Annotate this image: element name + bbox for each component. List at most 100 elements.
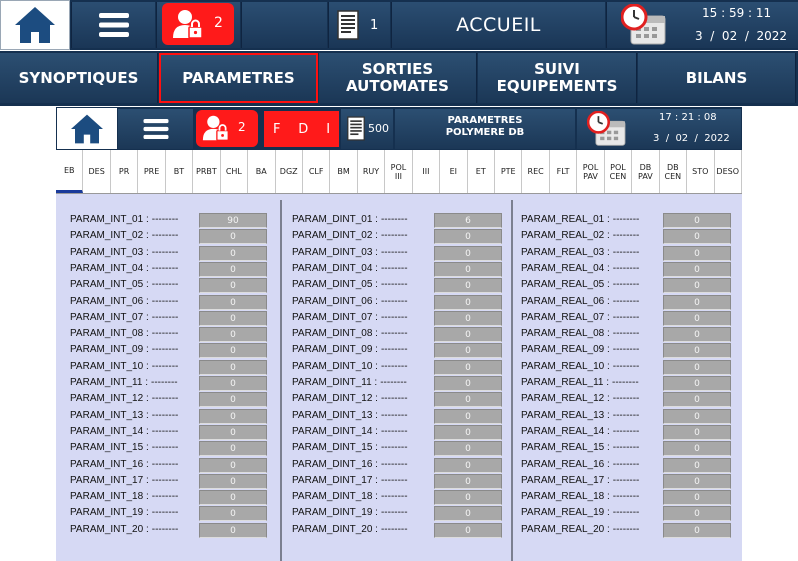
param-value-field[interactable]: 0 xyxy=(199,523,267,538)
param-value-field[interactable]: 0 xyxy=(434,441,502,456)
param-value-field[interactable]: 0 xyxy=(434,392,502,407)
tab-ei[interactable]: EI xyxy=(440,150,468,193)
param-value-field[interactable]: 0 xyxy=(663,360,731,375)
param-value-field[interactable]: 0 xyxy=(199,441,267,456)
param-value-field[interactable]: 0 xyxy=(199,295,267,310)
param-value-field[interactable]: 0 xyxy=(199,458,267,473)
param-value-field[interactable]: 0 xyxy=(199,278,267,293)
tab-deso[interactable]: DESO xyxy=(715,150,742,193)
param-value-field[interactable]: 0 xyxy=(434,425,502,440)
tab-clf[interactable]: CLF xyxy=(303,150,331,193)
param-value-field[interactable]: 0 xyxy=(663,327,731,342)
inner-menu-button[interactable] xyxy=(118,109,193,149)
param-value-field[interactable]: 0 xyxy=(663,376,731,391)
tab-et[interactable]: ET xyxy=(468,150,495,193)
param-value-field[interactable]: 0 xyxy=(434,295,502,310)
tab-db-pav[interactable]: DB PAV xyxy=(632,150,660,193)
tab-chl[interactable]: CHL xyxy=(221,150,249,193)
param-value-field[interactable]: 0 xyxy=(199,262,267,277)
param-value-field[interactable]: 0 xyxy=(663,392,731,407)
inner-alarm-button[interactable]: 2 xyxy=(196,110,258,147)
tab-pte[interactable]: PTE xyxy=(495,150,523,193)
param-value-field[interactable]: 0 xyxy=(663,425,731,440)
tab-bm[interactable]: BM xyxy=(330,150,358,193)
tab-rec[interactable]: REC xyxy=(522,150,550,193)
param-value-field[interactable]: 0 xyxy=(663,458,731,473)
param-value-field[interactable]: 0 xyxy=(663,311,731,326)
main-menu-button[interactable] xyxy=(71,2,155,48)
param-value-field[interactable]: 0 xyxy=(434,458,502,473)
param-value-field[interactable]: 0 xyxy=(434,311,502,326)
param-value-field[interactable]: 6 xyxy=(434,213,502,228)
param-value-field[interactable]: 0 xyxy=(199,343,267,358)
param-value-field[interactable]: 0 xyxy=(663,409,731,424)
tab-db-cen[interactable]: DB CEN xyxy=(660,150,688,193)
menu-suivi-equipements[interactable]: SUIVI EQUIPEMENTS xyxy=(478,53,637,103)
param-value-field[interactable]: 0 xyxy=(434,327,502,342)
param-value-field[interactable]: 0 xyxy=(199,409,267,424)
tab-pr[interactable]: PR xyxy=(111,150,139,193)
tab-sto[interactable]: STO xyxy=(687,150,715,193)
param-value-field[interactable]: 0 xyxy=(434,490,502,505)
tab-pol-cen[interactable]: POL CEN xyxy=(605,150,633,193)
param-value-field[interactable]: 0 xyxy=(199,229,267,244)
param-value-field[interactable]: 0 xyxy=(434,506,502,521)
param-value-field[interactable]: 0 xyxy=(434,229,502,244)
tab-ba[interactable]: BA xyxy=(248,150,276,193)
param-value-field[interactable]: 0 xyxy=(199,360,267,375)
param-value-field[interactable]: 0 xyxy=(199,490,267,505)
home-button[interactable] xyxy=(0,0,70,50)
tab-eb[interactable]: EB xyxy=(56,150,84,193)
param-value-field[interactable]: 0 xyxy=(663,490,731,505)
param-value-field[interactable]: 90 xyxy=(199,213,267,228)
param-value-field[interactable]: 0 xyxy=(199,506,267,521)
menu-parametres[interactable]: PARAMETRES xyxy=(159,53,318,103)
param-value-field[interactable]: 0 xyxy=(199,425,267,440)
param-value-field[interactable]: 0 xyxy=(663,213,731,228)
tab-iii[interactable]: III xyxy=(413,150,441,193)
param-value-field[interactable]: 0 xyxy=(663,343,731,358)
tab-des[interactable]: DES xyxy=(83,150,111,193)
tab-bt[interactable]: BT xyxy=(166,150,194,193)
menu-bilans[interactable]: BILANS xyxy=(638,53,796,103)
param-value-field[interactable]: 0 xyxy=(434,278,502,293)
param-value-field[interactable]: 0 xyxy=(199,327,267,342)
param-value-field[interactable]: 0 xyxy=(199,474,267,489)
documents-button[interactable]: 1 xyxy=(328,2,390,48)
inner-home-button[interactable] xyxy=(57,108,117,149)
param-value-field[interactable]: 0 xyxy=(434,523,502,538)
tab-pre[interactable]: PRE xyxy=(138,150,166,193)
param-value-field[interactable]: 0 xyxy=(663,246,731,261)
param-value-field[interactable]: 0 xyxy=(199,246,267,261)
param-value-field[interactable]: 0 xyxy=(663,229,731,244)
param-value-field[interactable]: 0 xyxy=(199,392,267,407)
param-value-field[interactable]: 0 xyxy=(434,343,502,358)
param-value-field[interactable]: 0 xyxy=(434,262,502,277)
param-value-field[interactable]: 0 xyxy=(663,262,731,277)
param-value-field[interactable]: 0 xyxy=(663,441,731,456)
tab-pol-pav[interactable]: POL PAV xyxy=(577,150,605,193)
tab-flt[interactable]: FLT xyxy=(550,150,578,193)
tab-dgz[interactable]: DGZ xyxy=(276,150,303,193)
param-dashes: -------- xyxy=(380,279,408,290)
param-value-field[interactable]: 0 xyxy=(434,409,502,424)
param-value-field[interactable]: 0 xyxy=(663,278,731,293)
param-value-field[interactable]: 0 xyxy=(663,474,731,489)
param-value-field[interactable]: 0 xyxy=(434,474,502,489)
menu-sorties-automates[interactable]: SORTIES AUTOMATES xyxy=(319,53,477,103)
param-value-field[interactable]: 0 xyxy=(434,360,502,375)
param-value-field[interactable]: 0 xyxy=(663,523,731,538)
param-value-field[interactable]: 0 xyxy=(434,376,502,391)
alarm-button[interactable]: 2 xyxy=(162,3,234,45)
tab-pol-iii[interactable]: POL III xyxy=(385,150,413,193)
menu-synoptiques[interactable]: SYNOPTIQUES xyxy=(0,53,158,103)
tab-prbt[interactable]: PRBT xyxy=(193,150,221,193)
param-value-field[interactable]: 0 xyxy=(663,506,731,521)
param-dashes: -------- xyxy=(151,442,179,453)
tab-ruy[interactable]: RUY xyxy=(358,150,386,193)
inner-documents-button[interactable]: 500 xyxy=(341,109,393,149)
param-value-field[interactable]: 0 xyxy=(663,295,731,310)
param-value-field[interactable]: 0 xyxy=(199,311,267,326)
param-value-field[interactable]: 0 xyxy=(199,376,267,391)
param-value-field[interactable]: 0 xyxy=(434,246,502,261)
